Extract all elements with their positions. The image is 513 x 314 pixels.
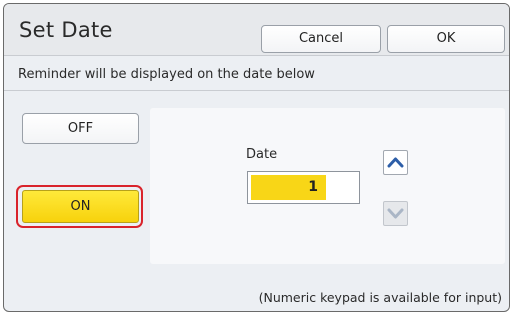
keypad-hint: (Numeric keypad is available for input) (258, 290, 502, 305)
increment-button[interactable] (383, 150, 408, 175)
date-panel: Date 1 (150, 108, 505, 264)
instruction-text: Reminder will be displayed on the date b… (18, 67, 315, 82)
title-bar: Set Date Cancel OK (4, 4, 509, 56)
on-button[interactable]: ON (22, 190, 139, 223)
date-input[interactable]: 1 (247, 171, 360, 204)
dialog-title: Set Date (19, 18, 113, 42)
date-label: Date (246, 147, 278, 162)
ok-button[interactable]: OK (387, 25, 505, 53)
cancel-button[interactable]: Cancel (261, 25, 381, 53)
set-date-dialog: Set Date Cancel OK Reminder will be disp… (3, 3, 510, 312)
chevron-down-icon (387, 208, 404, 219)
off-button[interactable]: OFF (22, 113, 139, 144)
chevron-up-icon (387, 157, 404, 168)
date-value: 1 (251, 175, 326, 200)
divider (4, 90, 509, 91)
decrement-button[interactable] (383, 201, 408, 226)
